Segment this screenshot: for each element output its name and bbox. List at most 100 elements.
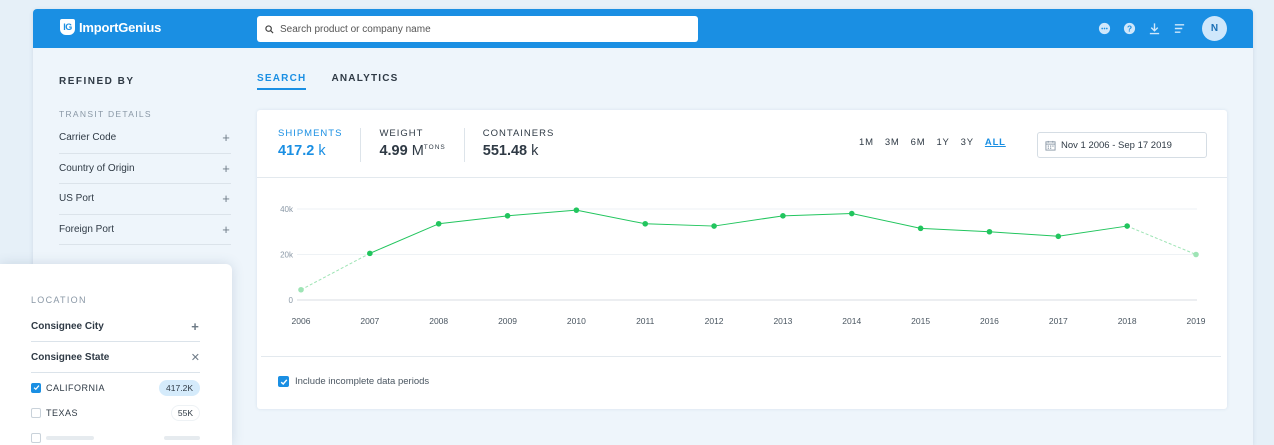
stat-number: 4.99 [379,143,408,159]
location-label: LOCATION [31,295,87,305]
shipments-line-chart: 0 20k 40k 2006 2007 2008 2009 2010 2011 2012 2013 2… [280,205,1206,326]
series-segment [851,213,921,229]
logo[interactable]: IG ImportGenius [60,19,161,35]
x-tick-label: 2016 [980,316,999,326]
checkbox-icon[interactable] [31,407,41,418]
filter-country-of-origin[interactable]: Country of Origin + [59,154,231,184]
chat-icon[interactable] [1096,21,1112,37]
results-card: SHIPMENTS 417.2 k WEIGHT 4.99 MTONS CONT… [257,110,1227,409]
filter-label: Carrier Code [59,132,117,144]
data-point [573,207,580,213]
data-point [986,228,993,235]
filter-consignee-city[interactable]: Consignee City + [31,311,200,342]
list-icon[interactable] [1171,21,1187,37]
plus-icon[interactable]: + [221,161,231,176]
close-icon[interactable]: ✕ [191,351,200,364]
series-segment [782,213,852,217]
location-panel: LOCATION Consignee City + Consignee Stat… [0,264,232,445]
x-tick-label: 2011 [636,316,655,326]
range-6m[interactable]: 6M [911,137,926,148]
state-option-texas[interactable]: TEXAS 55K [31,400,200,425]
stat-number: 417.2 [278,143,315,159]
stat-value: 4.99 MTONS [379,143,445,159]
stat-unit: k [531,143,539,159]
data-point [917,225,924,232]
filter-us-port[interactable]: US Port + [59,184,231,215]
range-1y[interactable]: 1Y [936,137,949,148]
data-point [504,213,511,219]
search-input[interactable] [280,23,680,35]
series-segment [645,223,715,227]
filter-foreign-port[interactable]: Foreign Port + [59,215,231,245]
data-point [298,286,304,293]
filter-consignee-state[interactable]: Consignee State ✕ [31,342,200,373]
stat-unit: k [318,143,326,159]
y-tick-label: 0 [289,296,294,305]
range-all[interactable]: ALL [985,137,1006,148]
date-range-picker[interactable]: Nov 1 2006 - Sep 17 2019 [1037,132,1207,158]
series-segment [1126,225,1197,255]
logo-mark: IG [60,19,75,35]
plus-icon[interactable]: + [190,319,200,334]
series-segment [507,209,577,217]
x-tick-label: 2017 [1049,316,1068,326]
data-point [1055,233,1062,240]
checkbox-checked-icon[interactable] [278,376,289,387]
stat-containers[interactable]: CONTAINERS 551.48 k [483,128,573,162]
y-tick-label: 40k [280,205,294,214]
series-segment [920,227,990,233]
tab-analytics[interactable]: ANALYTICS [331,73,398,90]
stat-unit: M [411,143,424,159]
help-icon[interactable]: ? [1121,21,1137,37]
tab-bar: SEARCH ANALYTICS [257,73,424,90]
plus-icon[interactable]: + [221,130,231,145]
date-range-text: Nov 1 2006 - Sep 17 2019 [1061,139,1172,151]
state-label: TEXAS [46,407,79,418]
stat-shipments[interactable]: SHIPMENTS 417.2 k [278,128,362,162]
series-segment [714,215,783,227]
x-tick-label: 2012 [705,316,724,326]
download-icon[interactable] [1146,21,1162,37]
state-option-california[interactable]: CALIFORNIA 417.2K [31,375,200,400]
data-point [435,220,442,227]
plus-icon[interactable]: + [221,191,231,206]
data-point [367,250,373,257]
svg-text:?: ? [1126,23,1131,33]
stat-value: 551.48 k [483,143,555,159]
x-tick-label: 2013 [773,316,792,326]
range-3y[interactable]: 3Y [961,137,974,148]
filter-label: US Port [59,193,95,205]
search-bar[interactable] [257,16,698,42]
stat-weight[interactable]: WEIGHT 4.99 MTONS [379,128,465,162]
data-point [711,223,717,229]
y-tick-label: 20k [280,251,294,260]
x-tick-label: 2015 [911,316,930,326]
filter-label: Consignee City [31,320,104,332]
range-3m[interactable]: 3M [885,137,900,148]
include-incomplete-toggle[interactable]: Include incomplete data periods [278,376,429,387]
plus-icon[interactable]: + [221,222,231,237]
calendar-icon [1045,140,1056,151]
checkbox-checked-icon[interactable] [31,382,41,393]
filter-label: Foreign Port [59,223,115,235]
divider [261,356,1221,357]
avatar[interactable]: N [1202,16,1227,41]
loading-skeleton [164,435,200,440]
search-icon [265,24,274,34]
loading-skeleton [46,435,94,440]
x-tick-label: 2007 [360,316,379,326]
stat-sup: TONS [423,144,446,152]
series-segment [989,231,1059,237]
x-tick-label: 2008 [429,316,448,326]
filter-carrier-code[interactable]: Carrier Code + [59,123,231,154]
tab-search[interactable]: SEARCH [257,73,307,90]
count-badge: 417.2K [159,379,200,396]
top-bar: IG ImportGenius ? N [33,9,1253,48]
range-1m[interactable]: 1M [859,137,874,148]
logo-text: ImportGenius [79,19,162,35]
include-incomplete-label: Include incomplete data periods [295,376,430,387]
x-tick-label: 2014 [842,316,861,326]
stats-row: SHIPMENTS 417.2 k WEIGHT 4.99 MTONS CONT… [278,128,590,162]
stat-label: SHIPMENTS [278,128,343,139]
series-segment [1058,225,1128,237]
